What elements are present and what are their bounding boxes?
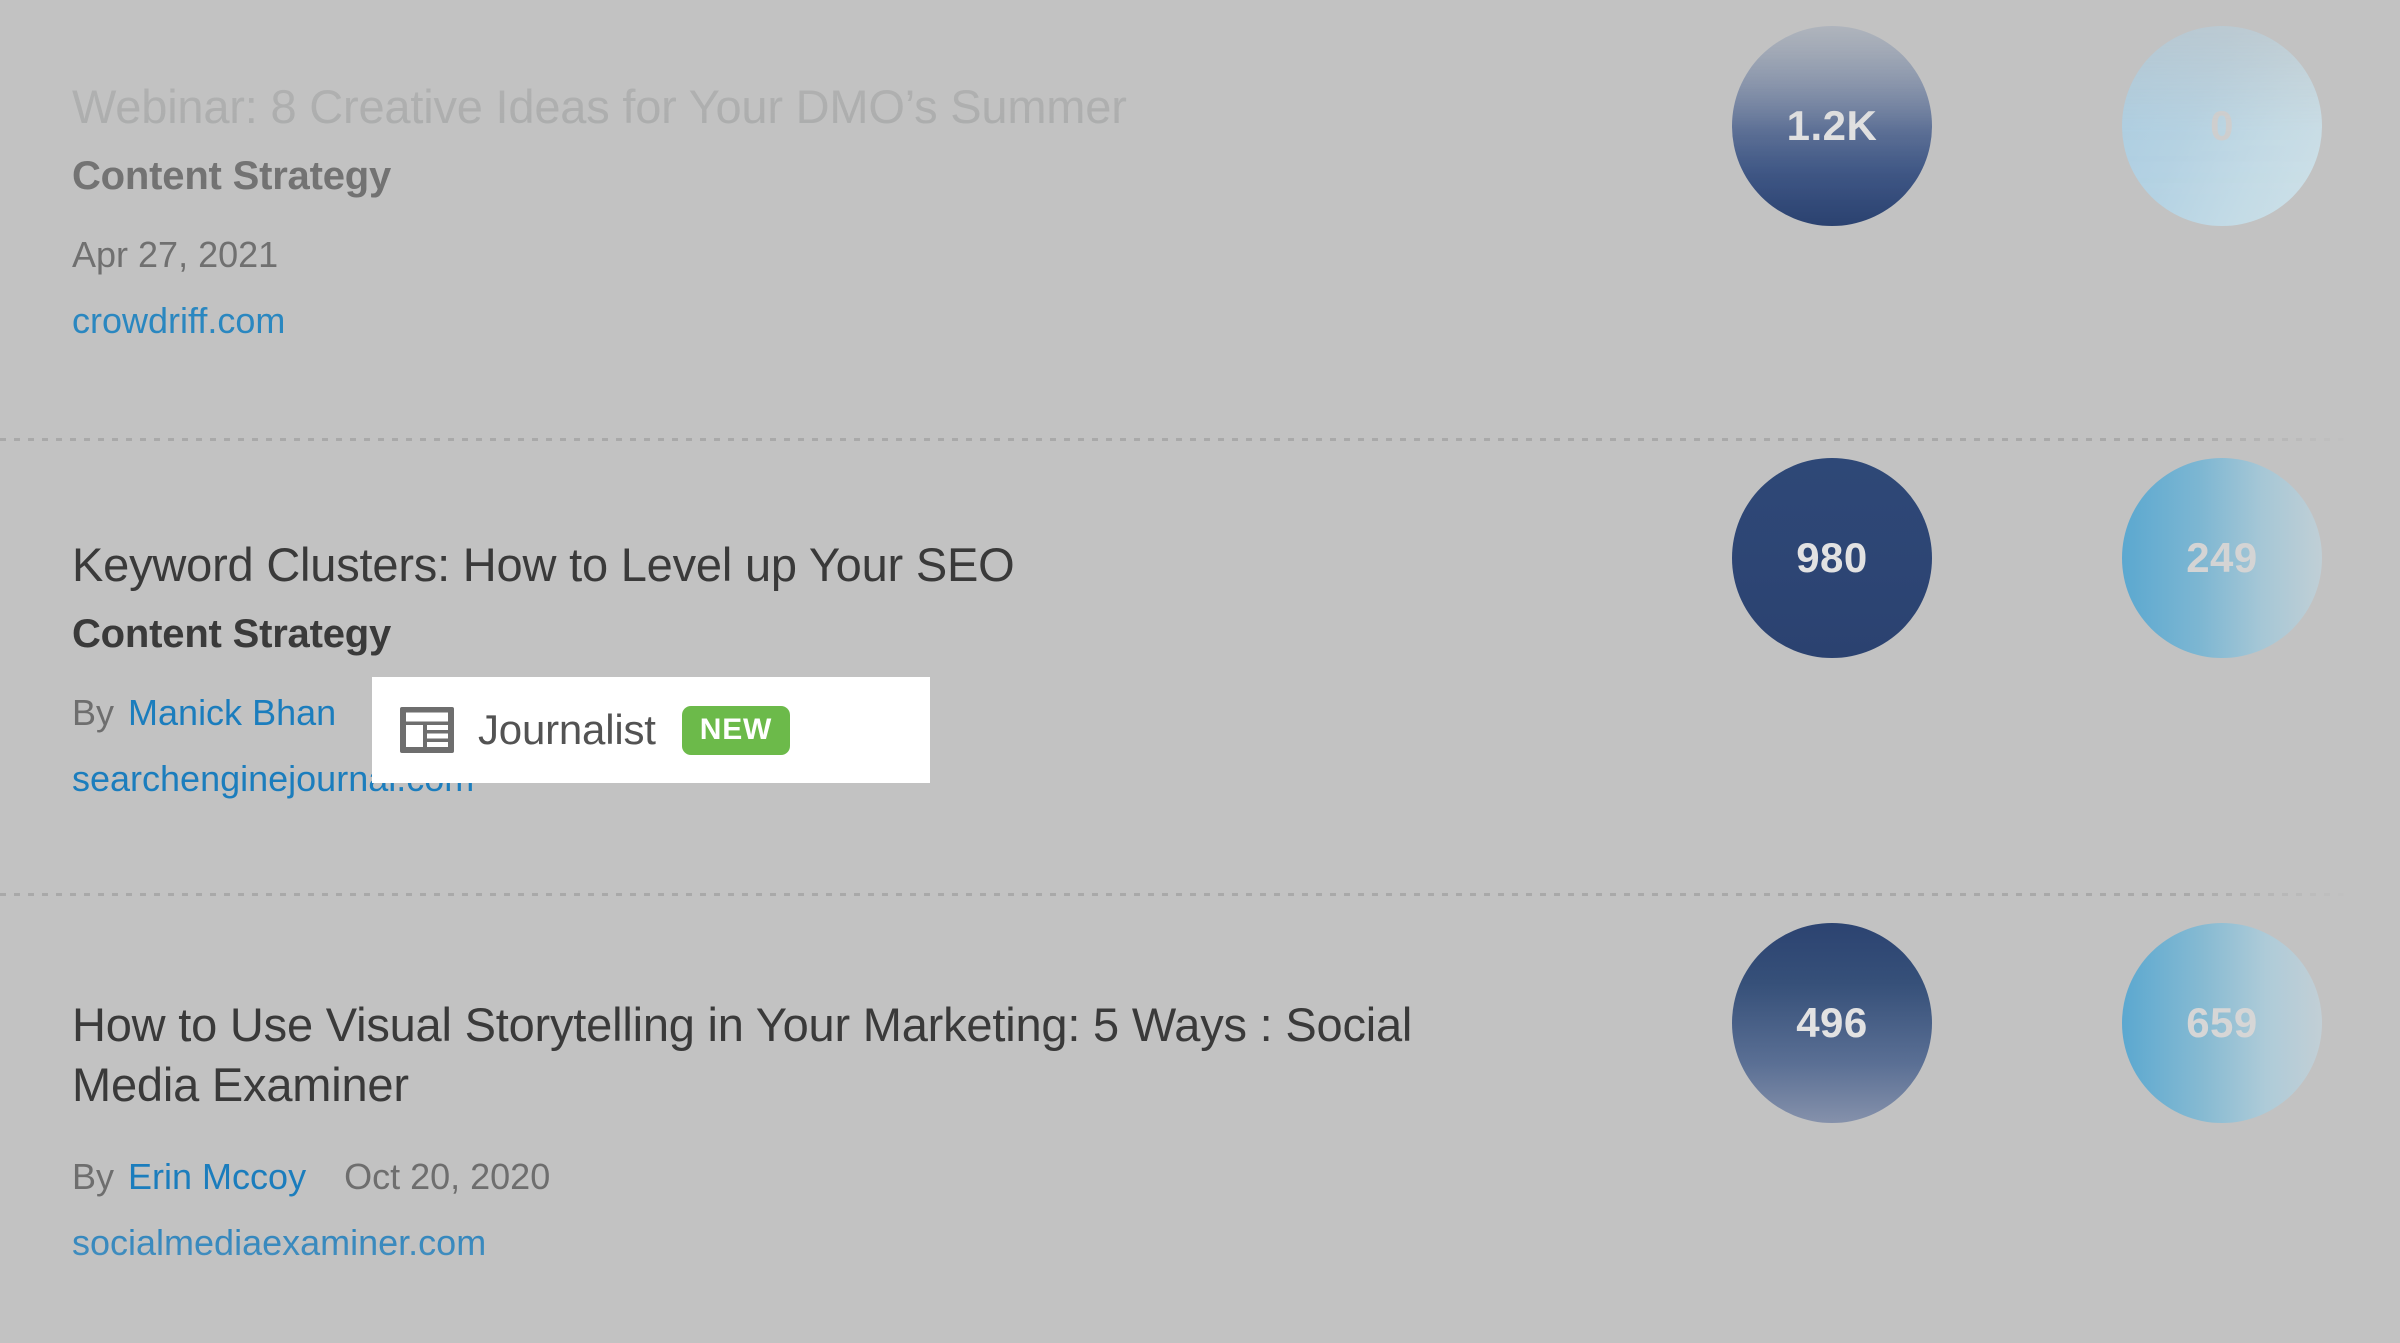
article-domain-link[interactable]: crowdriff.com bbox=[72, 299, 285, 343]
article-category: Content Strategy bbox=[72, 153, 392, 198]
article-title[interactable]: Keyword Clusters: How to Level up Your S… bbox=[72, 535, 1670, 595]
article-author-link[interactable]: Manick Bhan bbox=[128, 692, 336, 733]
article-title[interactable]: Webinar: 8 Creative Ideas for Your DMO’s… bbox=[72, 77, 1670, 137]
article-author-link[interactable]: Erin Mccoy bbox=[128, 1156, 306, 1197]
article-domain-link[interactable]: socialmediaexaminer.com bbox=[72, 1221, 486, 1265]
article-date: Oct 20, 2020 bbox=[344, 1156, 551, 1197]
article-meta: By Erin Mccoy Oct 20, 2020 bbox=[72, 1153, 1670, 1201]
article-metrics: 496 659 bbox=[1700, 895, 2400, 1343]
article-info: How to Use Visual Storytelling in Your M… bbox=[0, 995, 1700, 1265]
article-results-list: Webinar: 8 Creative Ideas for Your DMO’s… bbox=[0, 0, 2400, 1343]
engagement-metric-circle[interactable]: 249 bbox=[2122, 458, 2322, 658]
table-row[interactable]: How to Use Visual Storytelling in Your M… bbox=[0, 895, 2400, 1343]
byline-label: By bbox=[72, 691, 115, 733]
article-metrics: 980 249 bbox=[1700, 440, 2400, 895]
journalist-tooltip[interactable]: Journalist NEW bbox=[372, 677, 930, 783]
article-meta: Apr 27, 2021 bbox=[72, 231, 1670, 279]
article-info: Webinar: 8 Creative Ideas for Your DMO’s… bbox=[0, 77, 1700, 343]
table-row[interactable]: Webinar: 8 Creative Ideas for Your DMO’s… bbox=[0, 0, 2400, 437]
shares-metric-circle[interactable]: 980 bbox=[1732, 458, 1932, 658]
engagement-metric-circle[interactable]: 0 bbox=[2122, 26, 2322, 226]
article-layout-icon bbox=[400, 707, 454, 753]
table-row[interactable]: Keyword Clusters: How to Level up Your S… bbox=[0, 440, 2400, 895]
article-date: Apr 27, 2021 bbox=[72, 233, 279, 275]
search-results-page: Webinar: 8 Creative Ideas for Your DMO’s… bbox=[0, 0, 2400, 1343]
new-badge: NEW bbox=[681, 705, 791, 755]
article-metrics: 1.2K 0 bbox=[1700, 0, 2400, 437]
engagement-metric-circle[interactable]: 659 bbox=[2122, 923, 2322, 1123]
shares-metric-circle[interactable]: 1.2K bbox=[1732, 26, 1932, 226]
article-category: Content Strategy bbox=[72, 611, 392, 656]
byline-label: By bbox=[72, 1156, 115, 1197]
shares-metric-circle[interactable]: 496 bbox=[1732, 923, 1932, 1123]
article-title[interactable]: How to Use Visual Storytelling in Your M… bbox=[72, 995, 1472, 1115]
journalist-label: Journalist bbox=[478, 706, 656, 753]
